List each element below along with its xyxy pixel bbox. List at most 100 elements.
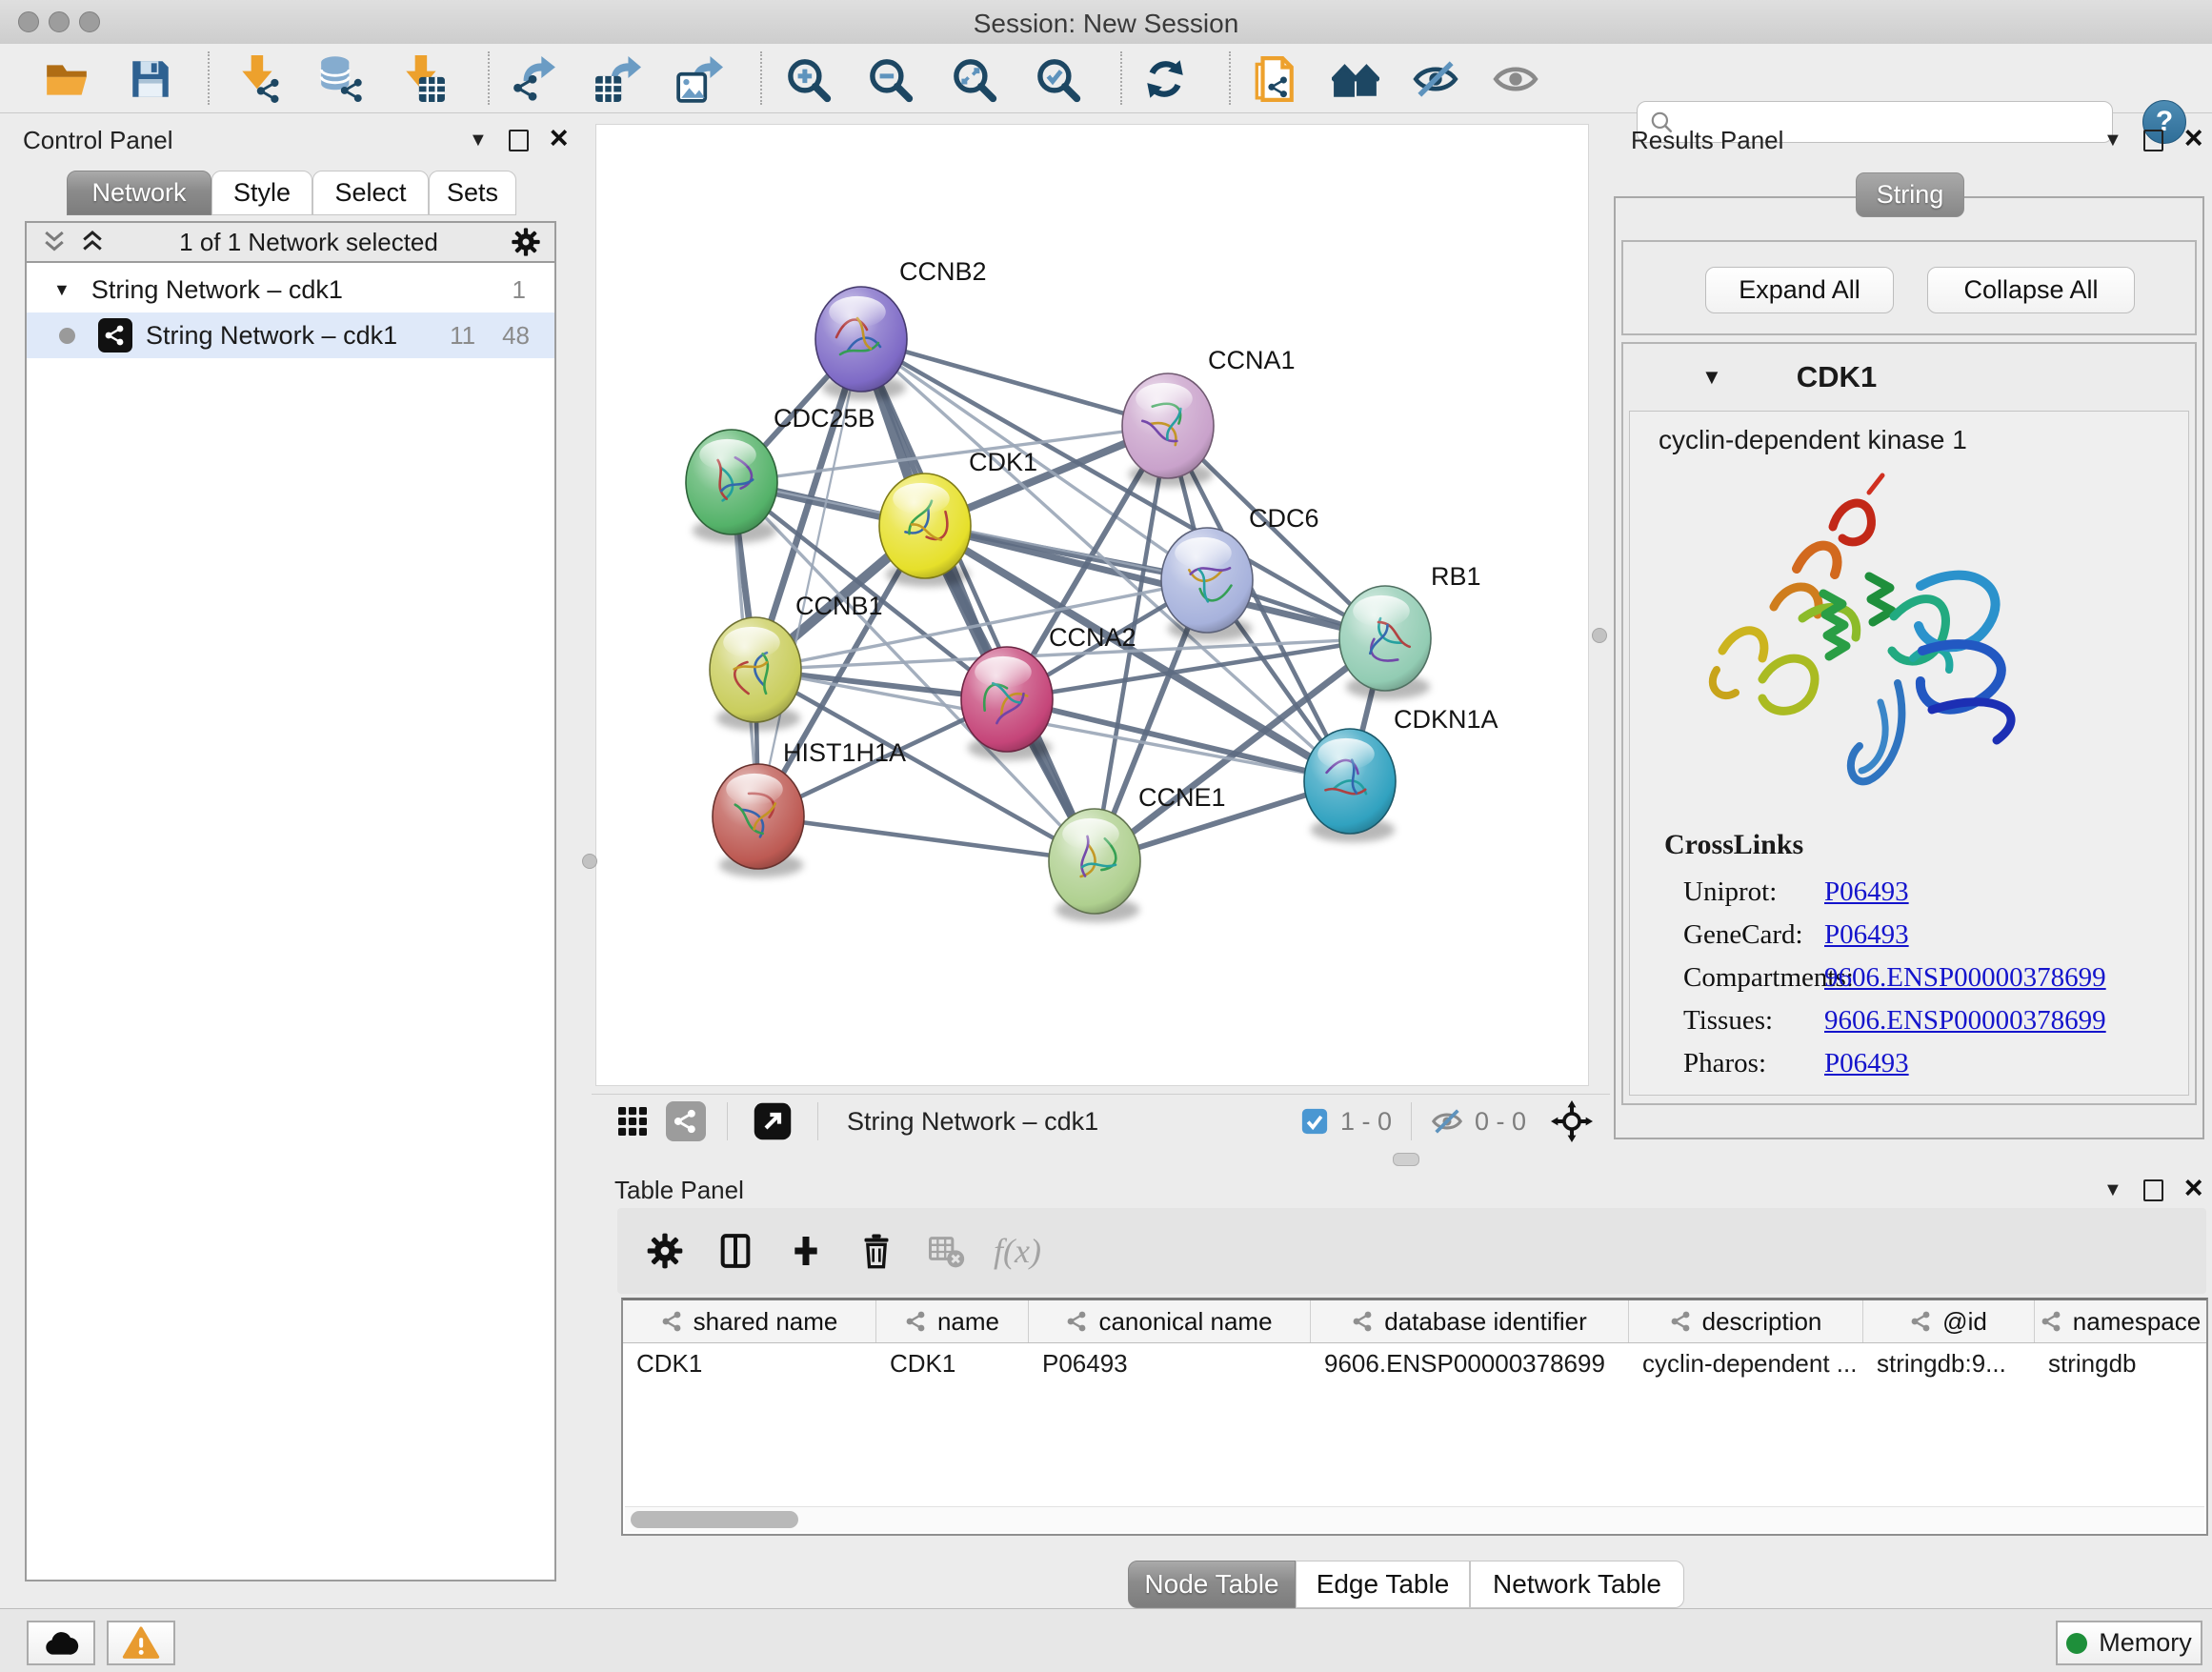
network-node-hist1h1a[interactable]: HIST1H1A — [713, 738, 906, 877]
column-header-label: namespace — [2073, 1307, 2201, 1337]
delete-table-button[interactable] — [924, 1228, 970, 1274]
export-image-button[interactable] — [674, 53, 725, 105]
import-network-button[interactable] — [233, 53, 285, 105]
tab-sets[interactable]: Sets — [429, 171, 516, 215]
tab-select[interactable]: Select — [312, 171, 429, 215]
node-label: CCNA1 — [1208, 346, 1296, 374]
network-node-rb1[interactable]: RB1 — [1339, 562, 1481, 699]
warnings-button[interactable] — [107, 1621, 175, 1665]
gene-entry-header[interactable]: ▼ CDK1 — [1623, 344, 2195, 411]
tab-edge-table[interactable]: Edge Table — [1296, 1561, 1470, 1608]
panel-float-icon[interactable] — [509, 130, 529, 151]
crosslink-label: Tissues: — [1683, 1005, 1824, 1037]
crosslink-link[interactable]: 9606.ENSP00000378699 — [1824, 1005, 2106, 1037]
pan-crosshair-icon[interactable] — [1551, 1100, 1593, 1142]
import-table-button[interactable] — [397, 53, 449, 105]
tab-string[interactable]: String — [1856, 172, 1964, 217]
cell-canonical-name: P06493 — [1029, 1342, 1311, 1384]
column-header[interactable]: database identifier — [1311, 1300, 1629, 1342]
right-splitter-handle[interactable] — [1592, 628, 1607, 643]
home-networks-button[interactable] — [1330, 53, 1381, 105]
zoom-selected-button[interactable] — [1032, 53, 1083, 105]
network-overview-button[interactable] — [666, 1101, 706, 1141]
footer-separator — [1411, 1102, 1412, 1140]
selected-count: 1 - 0 — [1340, 1107, 1392, 1137]
crosslink-link[interactable]: P06493 — [1824, 919, 1909, 951]
hide-panel-button[interactable] — [1410, 53, 1461, 105]
network-node-ccne1[interactable]: CCNE1 — [1049, 783, 1226, 922]
refresh-button[interactable] — [1139, 53, 1191, 105]
shared-column-icon — [1910, 1310, 1933, 1333]
open-file-button[interactable] — [41, 53, 92, 105]
tab-style[interactable]: Style — [211, 171, 312, 215]
panel-close-icon[interactable]: × — [550, 122, 569, 154]
panel-menu-icon[interactable]: ▼ — [469, 131, 488, 150]
crosslink-link[interactable]: P06493 — [1824, 876, 1909, 908]
column-header[interactable]: shared name — [623, 1300, 876, 1342]
function-builder-button[interactable]: f(x) — [995, 1228, 1040, 1274]
column-header[interactable]: canonical name — [1029, 1300, 1311, 1342]
export-table-button[interactable] — [592, 53, 643, 105]
network-graph[interactable]: CCNB2CCNA1CDC25BCDK1CDC6RB1CCNB1CCNA2CDK… — [596, 125, 1590, 1087]
network-edge[interactable] — [861, 339, 1095, 861]
scrollbar-thumb[interactable] — [631, 1511, 798, 1528]
collection-expander-icon[interactable]: ▼ — [53, 280, 70, 300]
zoom-fit-button[interactable] — [948, 53, 999, 105]
column-header[interactable]: name — [876, 1300, 1029, 1342]
birdseye-grid-button[interactable] — [613, 1101, 653, 1141]
panel-float-icon[interactable] — [2143, 1179, 2163, 1201]
open-in-window-button[interactable] — [753, 1101, 793, 1141]
cloud-status-button[interactable] — [27, 1621, 95, 1665]
tab-network[interactable]: Network — [67, 171, 211, 215]
shared-column-icon — [1066, 1310, 1089, 1333]
gear-icon[interactable] — [511, 227, 541, 257]
zoom-out-button[interactable] — [864, 53, 915, 105]
zoom-in-button[interactable] — [782, 53, 834, 105]
table-horizontal-scrollbar[interactable] — [625, 1506, 2204, 1532]
column-header[interactable]: namespace — [2035, 1300, 2206, 1342]
expand-all-button[interactable]: Expand All — [1705, 267, 1894, 313]
panel-close-icon[interactable]: × — [2184, 1172, 2203, 1204]
zoom-out-icon — [866, 55, 914, 103]
save-session-button[interactable] — [125, 53, 176, 105]
network-node-ccnb1[interactable]: CCNB1 — [710, 592, 883, 731]
create-column-button[interactable] — [783, 1228, 829, 1274]
import-network-from-database-button[interactable] — [315, 53, 367, 105]
network-node-cdkn1a[interactable]: CDKN1A — [1304, 705, 1498, 842]
selected-checkbox-icon[interactable] — [1300, 1107, 1329, 1136]
memory-button[interactable]: Memory — [2056, 1621, 2202, 1665]
column-header[interactable]: @id — [1863, 1300, 2035, 1342]
toolbar-separator — [488, 51, 490, 105]
column-header[interactable]: description — [1629, 1300, 1863, 1342]
network-edge[interactable] — [758, 816, 1095, 861]
panel-close-icon[interactable]: × — [2184, 122, 2203, 154]
crosslink-link[interactable]: P06493 — [1824, 1048, 1909, 1079]
expand-all-icon[interactable] — [78, 228, 107, 256]
left-splitter-handle[interactable] — [582, 854, 597, 869]
collapse-all-icon[interactable] — [40, 228, 69, 256]
network-collection-row[interactable]: ▼ String Network – cdk1 1 — [27, 267, 554, 312]
table-row[interactable]: CDK1 CDK1 P06493 9606.ENSP00000378699 cy… — [623, 1342, 2206, 1384]
entry-expander-icon[interactable]: ▼ — [1701, 365, 1722, 390]
export-network-button[interactable] — [508, 53, 559, 105]
network-node-ccnb2[interactable]: CCNB2 — [815, 257, 987, 400]
network-canvas[interactable]: CCNB2CCNA1CDC25BCDK1CDC6RB1CCNB1CCNA2CDK… — [595, 124, 1589, 1086]
panel-menu-icon[interactable]: ▼ — [2103, 1180, 2122, 1199]
delete-column-button[interactable] — [854, 1228, 899, 1274]
panel-menu-icon[interactable]: ▼ — [2103, 131, 2122, 150]
show-columns-button[interactable] — [713, 1228, 758, 1274]
network-edge-count: 48 — [502, 321, 530, 351]
network-row[interactable]: String Network – cdk1 11 48 — [27, 312, 554, 358]
table-settings-button[interactable] — [642, 1228, 688, 1274]
collapse-all-button[interactable]: Collapse All — [1927, 267, 2135, 313]
share-icon — [104, 324, 127, 347]
panel-float-icon[interactable] — [2143, 130, 2163, 151]
crosslinks-list: Uniprot: P06493 GeneCard: P06493 Compart… — [1683, 871, 2179, 1085]
results-scroll-container: Expand All Collapse All ▼ CDK1 cyclin-de… — [1614, 196, 2204, 1139]
show-panel-button[interactable] — [1490, 53, 1541, 105]
export-network-icon — [510, 55, 557, 103]
string-import-button[interactable] — [1248, 53, 1299, 105]
tab-node-table[interactable]: Node Table — [1128, 1561, 1296, 1608]
tab-network-table[interactable]: Network Table — [1470, 1561, 1684, 1608]
crosslink-link[interactable]: 9606.ENSP00000378699 — [1824, 962, 2106, 994]
